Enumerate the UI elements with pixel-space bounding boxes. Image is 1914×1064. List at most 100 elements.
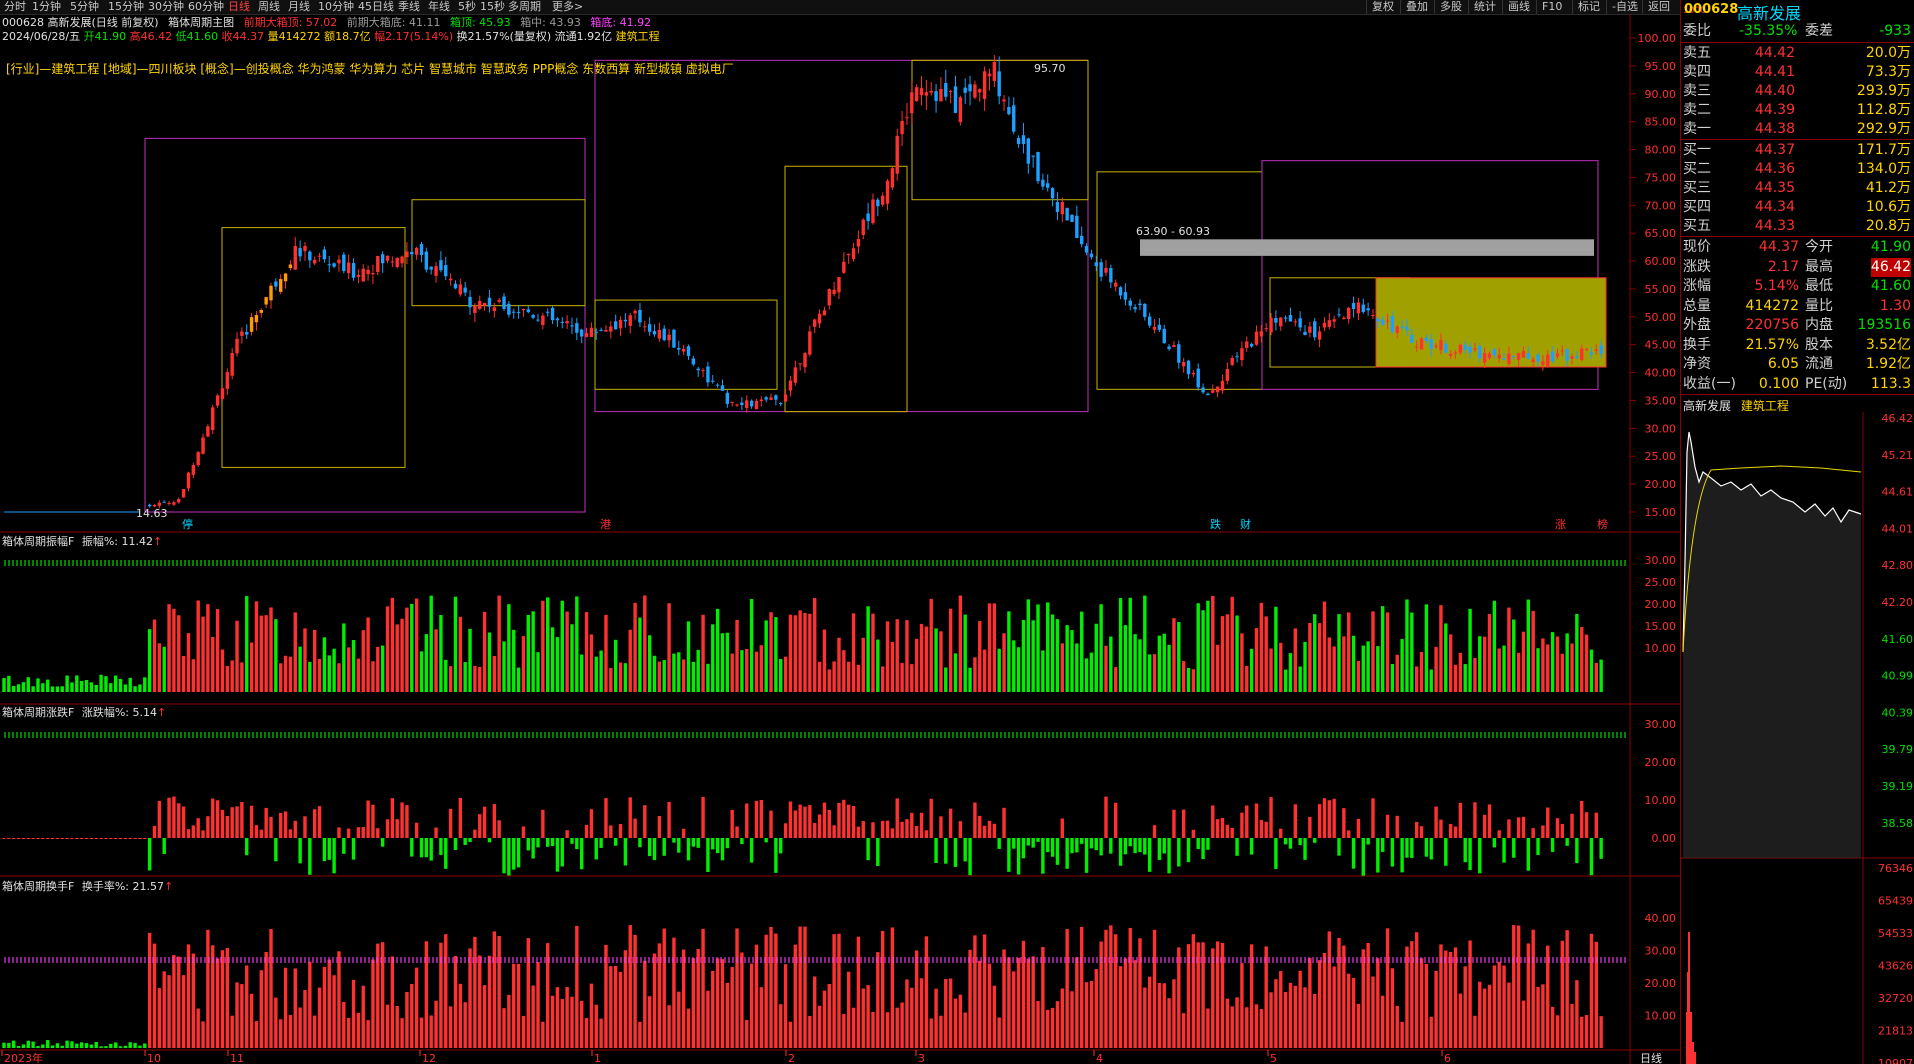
intraday-chart[interactable]: 46.42 45.21 44.61 44.01 42.80 42.20 41.60 40.99… [1681,412,1914,1064]
chg-bar [1492,838,1497,848]
turnover-bar [458,983,463,1048]
amp-bar [123,684,128,692]
sub1-title[interactable]: 箱体周期振幅F [2,535,74,548]
turnover-bar [1012,971,1016,1048]
buy-row-0[interactable]: 买一 44.37 171.7万 [1681,141,1914,160]
turnover-bar [405,992,409,1048]
amp-bar [594,656,598,692]
amp-bar [104,676,108,692]
turnover-bar [798,926,802,1048]
intraday-price-tick: 41.60 [1882,633,1914,646]
weibi-row: 委比 -35.35% 委差 -933 [1683,23,1911,39]
chg-bar [414,822,419,838]
chg-bar [759,799,764,838]
amp-bar [162,646,166,692]
amp-bar [361,630,365,692]
buy-row-4[interactable]: 买五 44.33 20.8万 [1681,217,1914,236]
kline-chart[interactable]: 100.0095.0090.0085.0080.0075.0070.0065.0… [0,0,1680,1064]
sell-row-0[interactable]: 卖五 44.42 20.0万 [1681,44,1914,63]
candle-body [706,366,710,383]
candle-body [672,329,676,348]
chg-bar [317,806,322,838]
chg-bar [1337,838,1341,856]
chg-bar [65,838,69,839]
chg-bar [560,838,564,867]
candle-body [1303,331,1307,336]
candle-body [1021,135,1026,145]
candle-body [973,84,977,98]
candle-body [448,278,453,281]
turnover-bar [827,983,831,1048]
candle-body [1113,282,1118,287]
chg-bar [1254,803,1259,838]
chg-bar [1327,800,1331,838]
amp-bar [1147,654,1152,692]
turnover-bar [992,985,997,1048]
turnover-bar [1303,987,1307,1048]
chg-bar [609,825,613,838]
chg-bar [1380,838,1385,852]
amp-bar [211,637,215,692]
amp-bar [880,666,885,692]
sell-row-3[interactable]: 卖二 44.39 112.8万 [1681,101,1914,120]
amp-bar [885,621,890,692]
sell-row-2[interactable]: 卖三 44.40 293.9万 [1681,82,1914,101]
chg-bar [60,838,64,839]
chg-bar [1478,838,1482,874]
candle-body [628,315,632,326]
amp-bar [1211,595,1215,692]
sub3-title[interactable]: 箱体周期换手F [2,880,74,893]
chg-bar [181,806,186,838]
turnover-bar [259,970,263,1048]
amp-bar [934,628,938,692]
chg-bar [346,828,351,838]
candle-body [1512,355,1516,357]
turnover-bar [686,1008,691,1048]
sell-row-1[interactable]: 卖四 44.41 73.3万 [1681,63,1914,82]
amp-bar [1240,633,1244,692]
chg-bar [1230,828,1234,838]
candle-body [876,199,880,207]
amp-bar [900,663,904,692]
amp-bar [1594,662,1598,692]
amp-bar [1463,664,1467,692]
chg-bar [167,797,171,838]
candle-body [1546,354,1550,367]
buy-row-2[interactable]: 买三 44.35 41.2万 [1681,179,1914,198]
amp-bar [672,653,676,692]
sell-row-4[interactable]: 卖一 44.38 292.9万 [1681,120,1914,139]
amp-bar [269,607,273,692]
buy-row-1[interactable]: 买二 44.36 134.0万 [1681,160,1914,179]
turnover-bar [1565,930,1569,1048]
chg-bar [84,838,89,839]
main-y-tick-label: 35.00 [1645,394,1677,407]
x-axis-label-3: 12 [422,1052,436,1064]
chg-bar [75,838,79,839]
amp-bar [769,612,773,692]
chg-bar [1084,838,1089,873]
turnover-bar [1084,982,1089,1048]
candle-body [380,254,385,264]
amp-bar [832,661,836,692]
sub2-title[interactable]: 箱体周期涨跌F [2,706,74,719]
sub1-y-tick: 25.00 [1645,576,1677,589]
amp-bar [837,637,841,692]
turnover-bar [565,987,569,1048]
turnover-bar [1463,966,1467,1048]
candle-body [468,296,472,308]
event-marker-4: 涨 [1555,518,1566,531]
amp-bar [303,628,307,692]
candle-body [1065,207,1069,221]
candle-body [167,502,171,504]
chg-bar [1458,802,1463,838]
x-axis-label-8: 5 [1270,1052,1277,1064]
turnover-bar [366,1020,370,1048]
turnover-bar [157,988,162,1048]
buy-row-3[interactable]: 买四 44.34 10.6万 [1681,198,1914,217]
candle-body [1046,183,1050,188]
turnover-bar [701,928,705,1048]
candle-body [720,385,725,391]
turnover-bar [953,998,958,1048]
turnover-bar [968,949,972,1048]
amp-bar [686,621,691,692]
